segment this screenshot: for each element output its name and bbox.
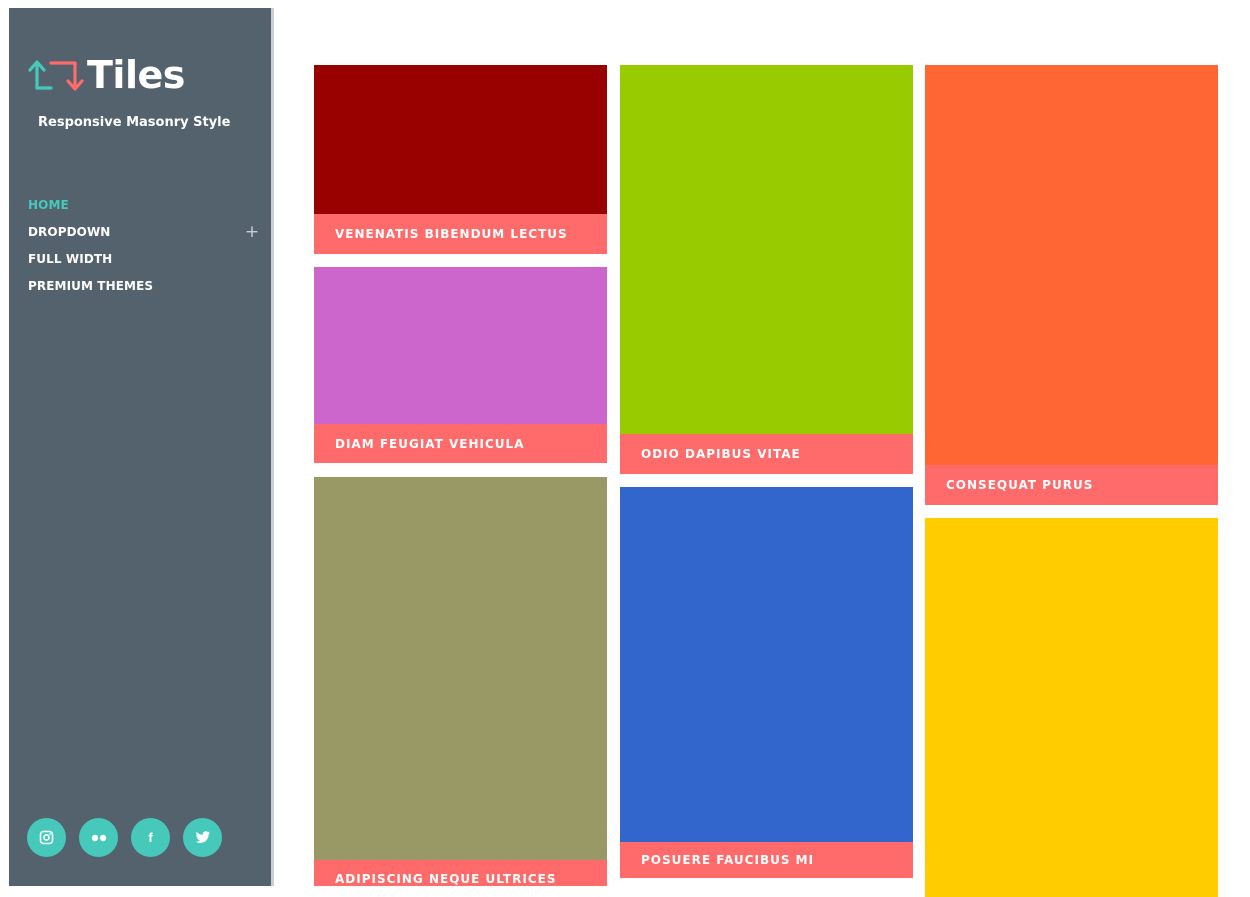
nav-item-full-width[interactable]: FULL WIDTH [28,245,260,272]
tile-image [925,65,1218,465]
sidebar: Tiles Responsive Masonry Style HOME DROP… [9,8,271,886]
nav-item-premium-themes[interactable]: PREMIUM THEMES [28,272,260,299]
twitter-icon [195,831,210,844]
facebook-button[interactable]: f [131,818,170,857]
tile-adipiscing[interactable]: ADIPISCING NEQUE ULTRICES [314,477,607,886]
nav-item-label: DROPDOWN [28,224,111,239]
tile-caption[interactable]: POSUERE FAUCIBUS MI [620,842,913,878]
tile-diam[interactable]: DIAM FEUGIAT VEHICULA [314,267,607,463]
nav-item-dropdown[interactable]: DROPDOWN + [28,218,260,245]
tile-venenatis[interactable]: VENENATIS BIBENDUM LECTUS [314,65,607,254]
flickr-icon [91,834,106,841]
instagram-icon [39,830,54,845]
site-tagline: Responsive Masonry Style [38,115,231,130]
nav-item-label: HOME [28,197,69,212]
twitter-button[interactable] [183,818,222,857]
nav-item-label: PREMIUM THEMES [28,278,154,293]
nav-item-home[interactable]: HOME [28,191,260,218]
plus-icon[interactable]: + [244,222,260,242]
tile-image [314,477,607,860]
tile-odio[interactable]: ODIO DAPIBUS VITAE [620,65,913,474]
tile-image [314,267,607,424]
sidebar-divider [271,8,274,886]
tile-caption[interactable]: ODIO DAPIBUS VITAE [620,434,913,474]
tile-posuere[interactable]: POSUERE FAUCIBUS MI [620,487,913,878]
site-title[interactable]: Tiles [87,54,185,96]
flickr-button[interactable] [79,818,118,857]
tile-image [314,65,607,214]
tile-image [620,487,913,842]
tile-caption[interactable]: VENENATIS BIBENDUM LECTUS [314,214,607,254]
tile-caption[interactable]: DIAM FEUGIAT VEHICULA [314,424,607,463]
tile-caption[interactable]: ADIPISCING NEQUE ULTRICES [314,860,607,886]
nav-item-label: FULL WIDTH [28,251,113,266]
tile-consequat[interactable]: CONSEQUAT PURUS [925,65,1218,505]
tile-yellow[interactable] [925,518,1218,897]
instagram-button[interactable] [27,818,66,857]
social-links: f [27,818,222,857]
facebook-icon: f [148,830,153,845]
tile-image [620,65,913,434]
tile-image [925,518,1218,897]
main-nav: HOME DROPDOWN + FULL WIDTH PREMIUM THEME… [28,191,260,299]
logo[interactable]: Tiles [27,54,185,96]
tile-caption[interactable]: CONSEQUAT PURUS [925,465,1218,505]
logo-arrows-icon [28,60,84,91]
